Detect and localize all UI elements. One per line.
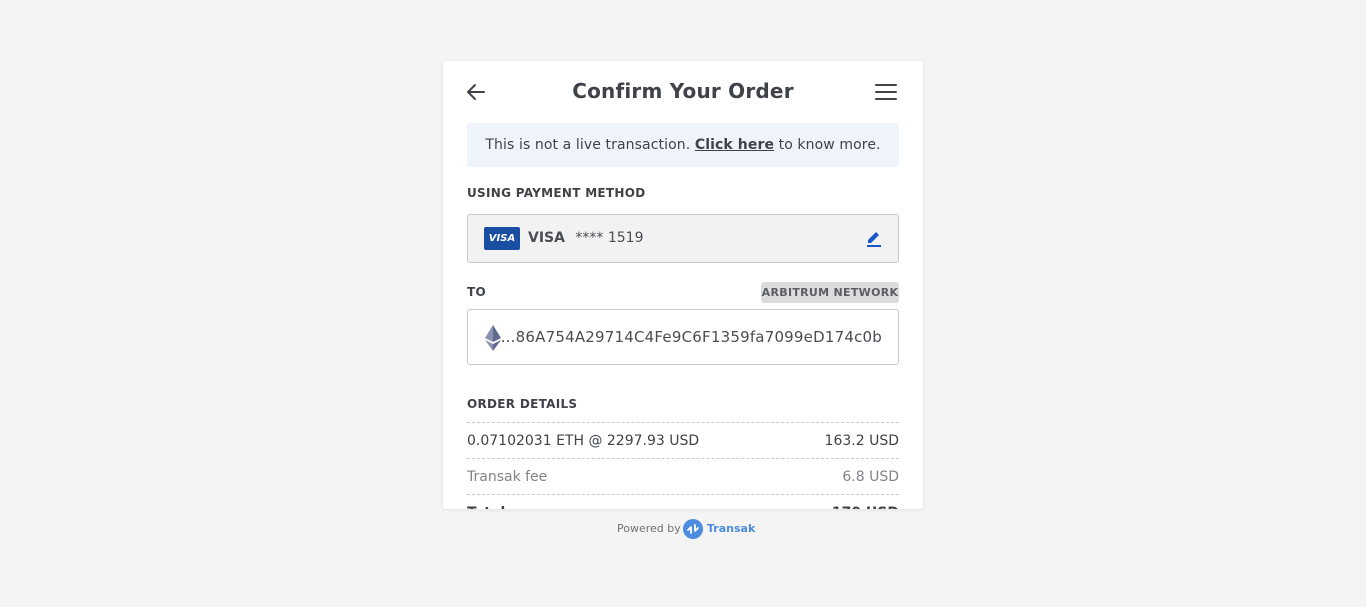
payment-method-label: USING PAYMENT METHOD bbox=[467, 186, 646, 200]
order-confirmation-card: Confirm Your Order This is not a live tr… bbox=[443, 61, 923, 509]
order-row-label: Transak fee bbox=[467, 469, 548, 485]
order-row-rate: 0.07102031 ETH @ 2297.93 USD 163.2 USD bbox=[467, 422, 899, 458]
notice-suffix: to know more. bbox=[778, 137, 881, 153]
card-brand: VISA bbox=[528, 230, 565, 246]
order-row-label: Total bbox=[467, 495, 505, 509]
card-number: **** 1519 bbox=[575, 230, 644, 246]
wallet-address-field: ...86A754A29714C4Fe9C6F1359fa7099eD174c0… bbox=[467, 309, 899, 365]
payment-method-selector[interactable]: VISA VISA **** 1519 bbox=[467, 214, 899, 263]
transak-logo-icon bbox=[683, 519, 703, 539]
notice-text: This is not a live transaction. bbox=[485, 137, 691, 153]
order-row-total: Total 170 USD bbox=[467, 494, 899, 509]
order-row-value: 170 USD bbox=[832, 495, 899, 509]
ethereum-icon bbox=[485, 325, 501, 351]
network-badge: ARBITRUM NETWORK bbox=[761, 282, 899, 303]
transak-brand[interactable]: Transak bbox=[707, 520, 755, 538]
order-details-label: ORDER DETAILS bbox=[467, 397, 578, 411]
order-row-fee: Transak fee 6.8 USD bbox=[467, 458, 899, 494]
header: Confirm Your Order bbox=[443, 61, 923, 123]
order-row-value: 163.2 USD bbox=[824, 433, 899, 449]
click-here-link[interactable]: Click here bbox=[695, 137, 774, 153]
test-mode-notice: This is not a live transaction. Click he… bbox=[467, 123, 899, 167]
card-info: VISA **** 1519 bbox=[528, 230, 644, 246]
powered-by-footer: Powered by Transak bbox=[617, 519, 755, 539]
to-label: TO bbox=[467, 285, 486, 299]
powered-by-text: Powered by bbox=[617, 522, 681, 535]
page-title: Confirm Your Order bbox=[572, 79, 794, 103]
order-row-value: 6.8 USD bbox=[842, 469, 899, 485]
visa-icon: VISA bbox=[484, 227, 520, 250]
hamburger-menu-icon[interactable] bbox=[875, 82, 897, 102]
order-row-label: 0.07102031 ETH @ 2297.93 USD bbox=[467, 433, 700, 449]
pencil-icon[interactable] bbox=[865, 229, 883, 249]
wallet-address: ...86A754A29714C4Fe9C6F1359fa7099eD174c0… bbox=[500, 328, 882, 346]
